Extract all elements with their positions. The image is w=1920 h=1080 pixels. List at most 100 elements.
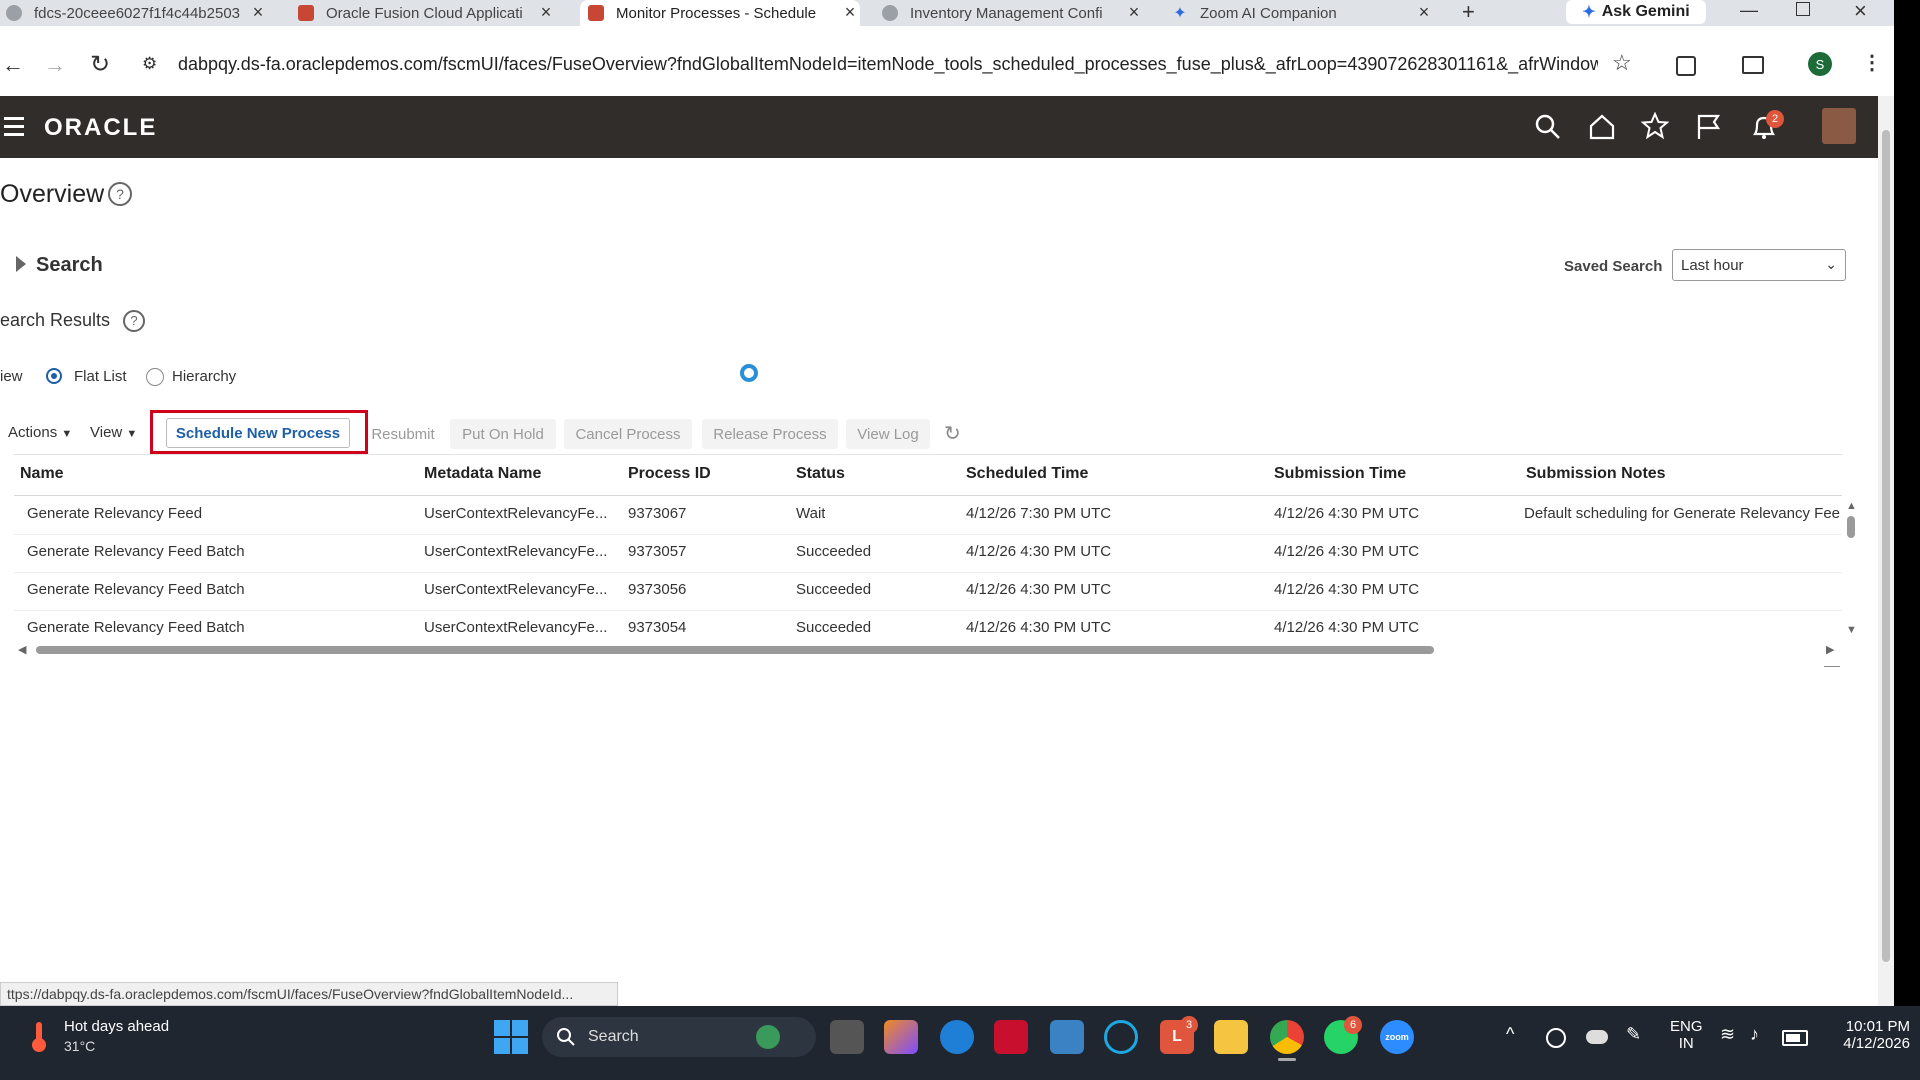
table-vertical-scroll-thumb[interactable] (1847, 516, 1855, 538)
forward-arrow-icon[interactable]: → (44, 52, 66, 78)
link-status-bar: ttps://dabpqy.ds-fa.oraclepdemos.com/fsc… (0, 982, 618, 1006)
browser-tab-2[interactable]: Oracle Fusion Cloud Applicati × (298, 0, 556, 26)
scroll-right-arrow-icon[interactable]: ▶ (1826, 643, 1834, 656)
help-icon[interactable]: ? (123, 310, 145, 332)
page-vertical-scrollbar[interactable] (1878, 96, 1894, 1006)
task-view-icon[interactable] (830, 1020, 864, 1054)
browser-tab-1[interactable]: fdcs-20ceee6027f1f4c44b2503 × (6, 0, 268, 26)
actions-menu[interactable]: Actions ▼ (8, 424, 72, 441)
release-process-button[interactable]: Release Process (702, 419, 838, 449)
table-row[interactable] (14, 572, 1842, 611)
help-icon[interactable]: ? (108, 182, 132, 206)
resubmit-button[interactable]: Resubmit (366, 419, 440, 449)
browser-tab-3-active[interactable]: Monitor Processes - Schedule × (580, 0, 860, 26)
address-bar-url[interactable]: dabpqy.ds-fa.oraclepdemos.com/fscmUI/fac… (178, 54, 1598, 75)
maximize-window-icon[interactable] (1796, 2, 1810, 16)
hierarchy-label[interactable]: Hierarchy (172, 368, 236, 385)
scroll-up-arrow-icon[interactable]: ▲ (1846, 500, 1857, 512)
table-row[interactable] (14, 534, 1842, 573)
oracle-logo[interactable]: ORACLE (44, 114, 157, 142)
minimize-window-icon[interactable]: — (1740, 0, 1758, 21)
weather-title[interactable]: Hot days ahead (64, 1018, 169, 1035)
profile-avatar[interactable]: S (1808, 52, 1832, 76)
cell-metadata-name: UserContextRelevancyFe... (424, 543, 608, 560)
favorites-star-icon[interactable] (1641, 112, 1669, 140)
browser-tab-4[interactable]: Inventory Management Confi × (882, 0, 1144, 26)
bookmark-star-icon[interactable]: ☆ (1612, 50, 1632, 76)
browser-tab-5[interactable]: ✦ Zoom AI Companion × (1172, 0, 1434, 26)
mcafee-icon[interactable] (994, 1020, 1028, 1054)
zoom-app-icon[interactable]: zoom (1380, 1020, 1414, 1054)
copilot-icon[interactable] (884, 1020, 918, 1054)
taskbar-search-box[interactable]: Search (542, 1017, 816, 1057)
file-explorer-icon[interactable] (1214, 1020, 1248, 1054)
onedrive-cloud-icon[interactable] (1586, 1030, 1608, 1044)
close-tab-icon[interactable]: × (248, 0, 268, 24)
column-header-metadata-name[interactable]: Metadata Name (424, 465, 541, 483)
pen-icon[interactable]: ✎ (1626, 1024, 1641, 1045)
browser-menu-icon[interactable]: ⋮ (1862, 50, 1882, 75)
scrollbar-thumb[interactable] (1882, 130, 1890, 962)
home-icon[interactable] (1588, 113, 1616, 141)
view-menu[interactable]: View ▼ (90, 424, 137, 441)
back-arrow-icon[interactable]: ← (2, 52, 24, 78)
scroll-left-arrow-icon[interactable]: ◀ (18, 643, 26, 656)
sync-icon[interactable] (1546, 1028, 1566, 1048)
flag-icon[interactable] (1695, 113, 1723, 141)
column-header-process-id[interactable]: Process ID (628, 465, 711, 483)
ask-gemini-button[interactable]: ✦ Ask Gemini (1566, 0, 1706, 24)
cortana-circle-icon[interactable] (1104, 1020, 1138, 1054)
edge-browser-icon[interactable] (940, 1020, 974, 1054)
search-results-title: earch Results (0, 310, 111, 330)
saved-search-select[interactable]: Last hour ⌄ (1672, 249, 1846, 281)
column-header-name[interactable]: Name (20, 465, 64, 483)
thermometer-icon (30, 1022, 48, 1052)
flat-list-radio[interactable] (46, 368, 62, 384)
chrome-browser-icon[interactable] (1270, 1020, 1304, 1054)
column-header-submission-notes[interactable]: Submission Notes (1526, 465, 1666, 483)
flat-list-label[interactable]: Flat List (74, 368, 127, 385)
extensions-icon[interactable] (1676, 56, 1696, 76)
chevron-up-icon[interactable]: ^ (1506, 1024, 1514, 1045)
schedule-new-process-button[interactable]: Schedule New Process (166, 418, 350, 448)
table-horizontal-scroll-thumb[interactable] (36, 646, 1434, 654)
close-tab-icon[interactable]: × (1124, 0, 1144, 24)
put-on-hold-button[interactable]: Put On Hold (450, 419, 556, 449)
tab-search-icon[interactable] (1742, 56, 1764, 74)
search-icon[interactable] (1534, 113, 1562, 141)
language-indicator[interactable]: ENG IN (1670, 1018, 1703, 1052)
view-log-button[interactable]: View Log (846, 419, 930, 449)
volume-icon[interactable]: ♪ (1750, 1024, 1759, 1045)
battery-icon[interactable] (1782, 1030, 1808, 1046)
cell-scheduled-time: 4/12/26 4:30 PM UTC (966, 619, 1112, 636)
cell-status: Succeeded (796, 619, 872, 636)
hierarchy-radio[interactable] (146, 368, 164, 386)
close-tab-icon[interactable]: × (1414, 0, 1434, 24)
cancel-process-button[interactable]: Cancel Process (564, 419, 692, 449)
column-header-submission-time[interactable]: Submission Time (1274, 465, 1406, 483)
close-window-icon[interactable]: × (1854, 0, 1867, 24)
resize-handle-icon[interactable] (1824, 656, 1840, 667)
active-app-indicator (1278, 1058, 1296, 1061)
refresh-icon[interactable]: ↻ (944, 421, 961, 446)
close-tab-icon[interactable]: × (840, 0, 860, 24)
gemini-icon: ✦ (1582, 4, 1596, 21)
scroll-down-arrow-icon[interactable]: ▼ (1846, 624, 1857, 636)
site-settings-icon[interactable]: ⚙ (142, 54, 157, 74)
system-clock[interactable]: 10:01 PM 4/12/2026 (1820, 1018, 1910, 1052)
microsoft-store-icon[interactable] (1050, 1020, 1084, 1054)
new-tab-button[interactable]: + (1462, 0, 1475, 24)
reload-icon[interactable]: ↻ (90, 50, 110, 79)
user-avatar[interactable] (1822, 108, 1856, 144)
close-tab-icon[interactable]: × (536, 0, 556, 24)
column-header-status[interactable]: Status (796, 465, 845, 483)
search-section-header[interactable]: Search (36, 254, 103, 277)
expand-triangle-icon[interactable] (16, 256, 26, 272)
table-row[interactable] (14, 610, 1842, 648)
hamburger-menu-icon[interactable] (4, 117, 24, 136)
page-title: Overview (0, 180, 105, 208)
windows-start-icon[interactable] (494, 1020, 528, 1054)
actions-label: Actions (8, 424, 58, 441)
wifi-icon[interactable]: ≋ (1720, 1024, 1735, 1045)
column-header-scheduled-time[interactable]: Scheduled Time (966, 465, 1088, 483)
